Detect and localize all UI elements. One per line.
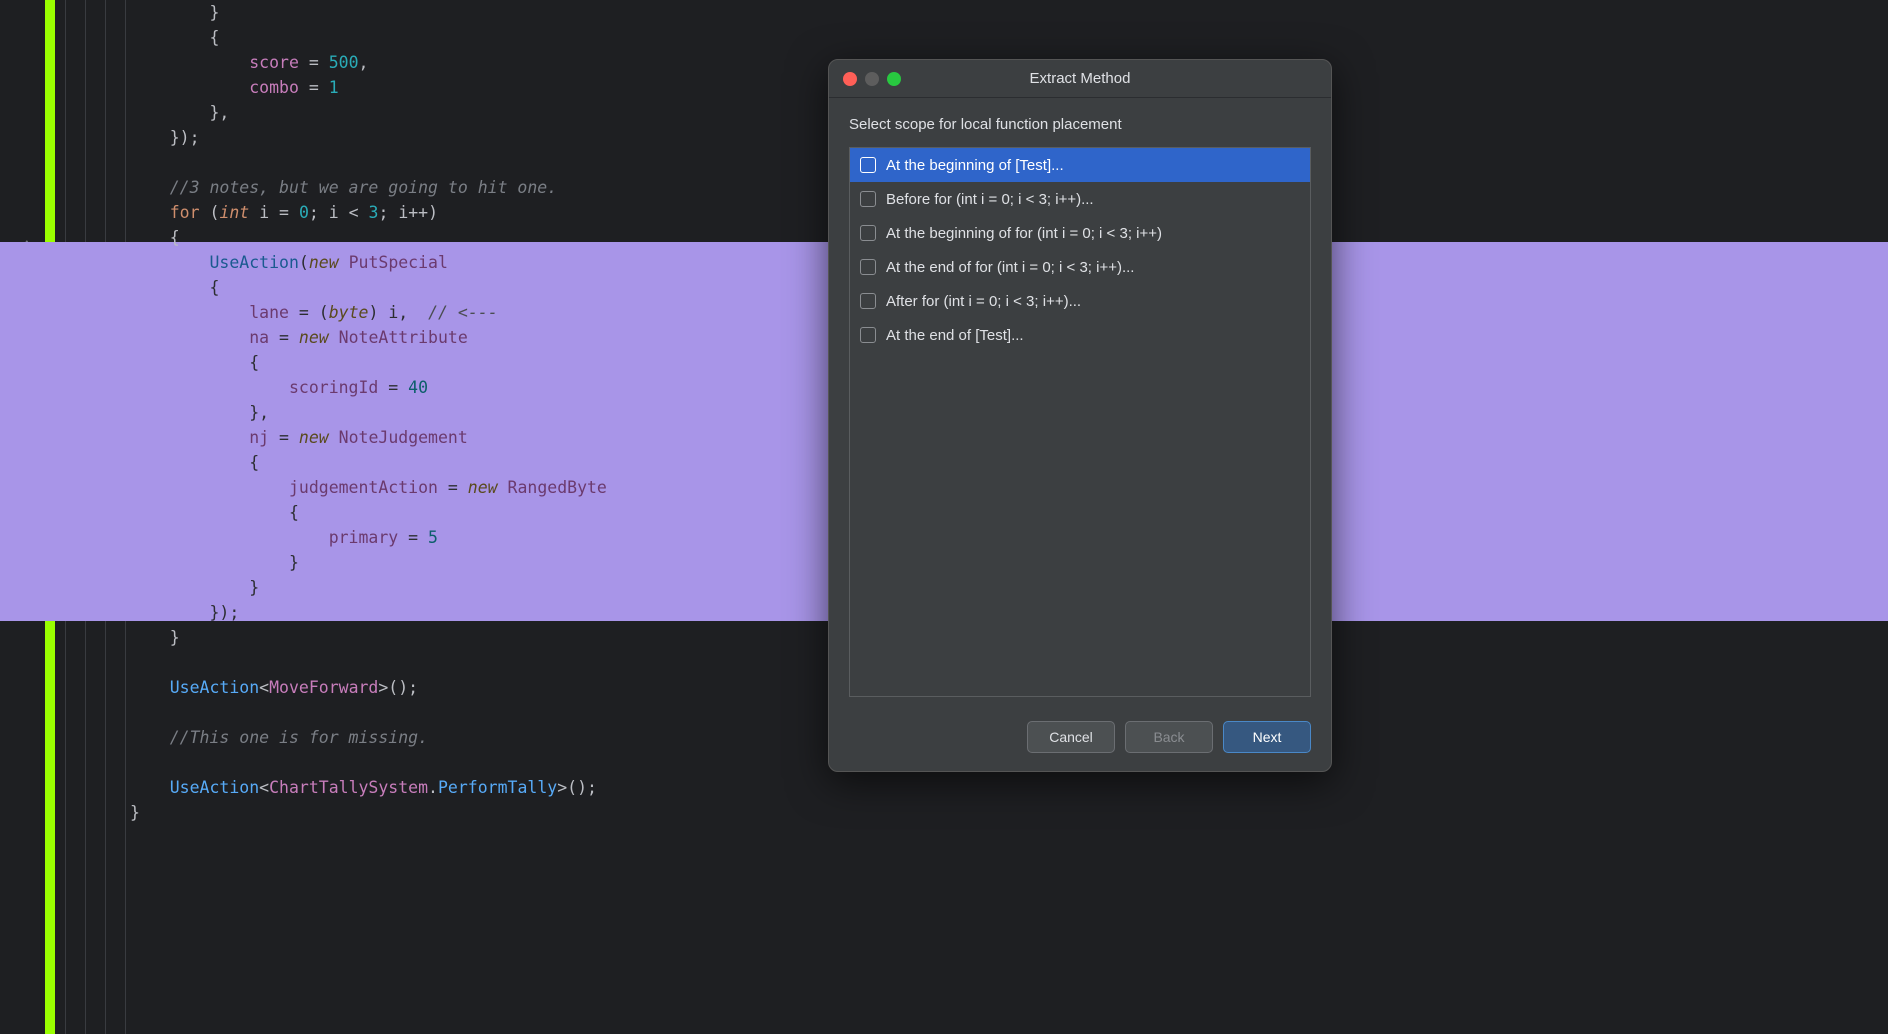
code-line[interactable] — [130, 750, 1888, 775]
code-line[interactable]: lane = (byte) i, // <--- — [130, 300, 1888, 325]
code-line[interactable]: UseAction(new PutSpecial — [130, 250, 1888, 275]
code-line[interactable]: }); — [130, 600, 1888, 625]
code-line[interactable]: na = new NoteAttribute — [130, 325, 1888, 350]
code-line[interactable]: } — [130, 625, 1888, 650]
code-line[interactable]: { — [130, 275, 1888, 300]
code-line[interactable]: UseAction<MoveForward>(); — [130, 675, 1888, 700]
code-line[interactable]: } — [130, 575, 1888, 600]
code-line[interactable]: { — [130, 350, 1888, 375]
code-line[interactable]: scoringId = 40 — [130, 375, 1888, 400]
code-line[interactable]: { — [130, 450, 1888, 475]
code-line[interactable]: UseAction<ChartTallySystem.PerformTally>… — [130, 775, 1888, 800]
code-line[interactable]: judgementAction = new RangedByte — [130, 475, 1888, 500]
code-line[interactable]: score = 500, — [130, 50, 1888, 75]
code-line[interactable]: primary = 5 — [130, 525, 1888, 550]
code-line[interactable]: }, — [130, 400, 1888, 425]
code-line[interactable]: { — [130, 225, 1888, 250]
code-line[interactable] — [130, 650, 1888, 675]
editor-area: } { score = 500, combo = 1 }, }); //3 no… — [0, 0, 1888, 1034]
code-line[interactable]: nj = new NoteJudgement — [130, 425, 1888, 450]
code-line[interactable]: //This one is for missing. — [130, 725, 1888, 750]
code-line[interactable]: }, — [130, 100, 1888, 125]
code-line[interactable]: } — [130, 0, 1888, 25]
code-line[interactable] — [130, 700, 1888, 725]
code-line[interactable] — [130, 150, 1888, 175]
code-line[interactable]: combo = 1 — [130, 75, 1888, 100]
code-line[interactable]: } — [130, 550, 1888, 575]
code-editor[interactable]: } { score = 500, combo = 1 }, }); //3 no… — [130, 0, 1888, 1034]
code-line[interactable]: { — [130, 25, 1888, 50]
code-line[interactable]: //3 notes, but we are going to hit one. — [130, 175, 1888, 200]
code-line[interactable]: } — [130, 800, 1888, 825]
code-line[interactable]: { — [130, 500, 1888, 525]
code-line[interactable]: }); — [130, 125, 1888, 150]
code-line[interactable]: for (int i = 0; i < 3; i++) — [130, 200, 1888, 225]
